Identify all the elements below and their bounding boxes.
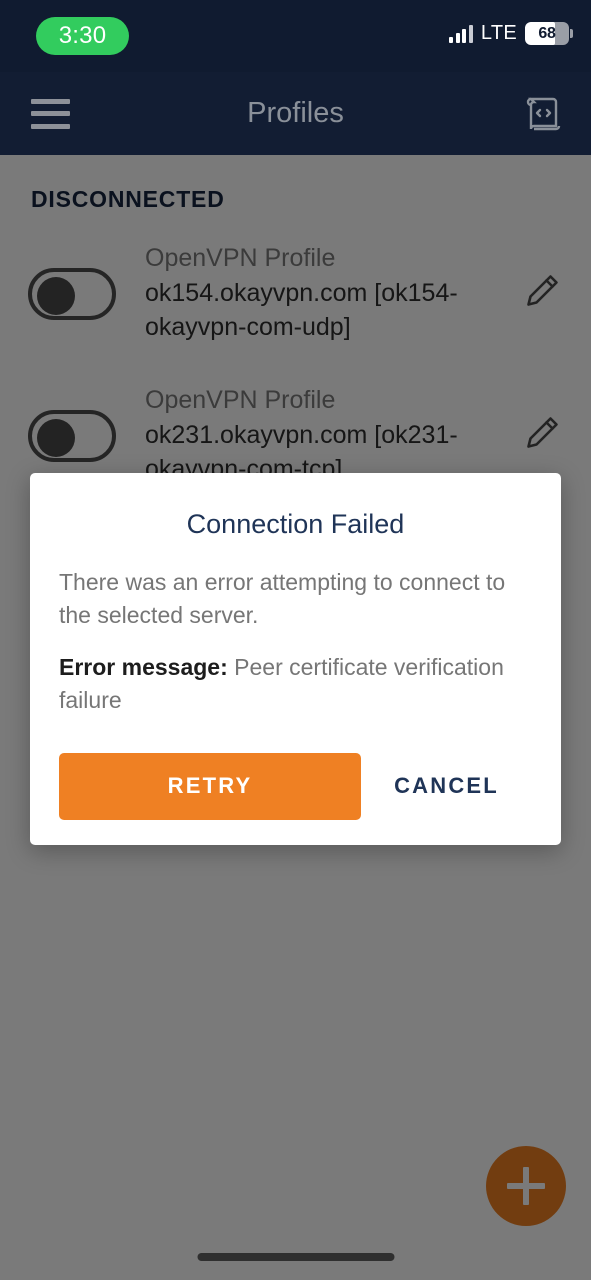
dialog-body: There was an error attempting to connect… bbox=[30, 540, 561, 717]
dialog-actions: RETRY CANCEL bbox=[30, 717, 561, 845]
scroll-code-icon[interactable] bbox=[522, 92, 566, 136]
phone-screen: 3:30 LTE 68 Profiles Connection Failed T… bbox=[0, 0, 591, 1280]
connection-failed-dialog: Connection Failed There was an error att… bbox=[30, 473, 561, 845]
dialog-error-line: Error message: Peer certificate verifica… bbox=[59, 651, 532, 716]
status-bar-time-pill: 3:30 bbox=[36, 17, 129, 55]
battery-level-label: 68 bbox=[538, 24, 556, 42]
cellular-signal-icon bbox=[449, 24, 473, 43]
app-bar: Profiles bbox=[0, 72, 591, 155]
dialog-message: There was an error attempting to connect… bbox=[59, 569, 506, 628]
home-indicator[interactable] bbox=[197, 1253, 394, 1261]
cancel-button[interactable]: CANCEL bbox=[361, 753, 532, 820]
battery-icon: 68 bbox=[525, 22, 569, 45]
network-type-label: LTE bbox=[480, 22, 517, 44]
status-bar-right-group: LTE 68 bbox=[449, 22, 573, 45]
dialog-error-label: Error message: bbox=[59, 654, 228, 681]
status-bar: 3:30 LTE 68 bbox=[0, 0, 591, 72]
status-bar-time: 3:30 bbox=[58, 22, 107, 49]
page-title: Profiles bbox=[247, 97, 344, 129]
battery-cap bbox=[570, 29, 573, 38]
dialog-title: Connection Failed bbox=[186, 509, 405, 539]
retry-button[interactable]: RETRY bbox=[59, 752, 361, 820]
